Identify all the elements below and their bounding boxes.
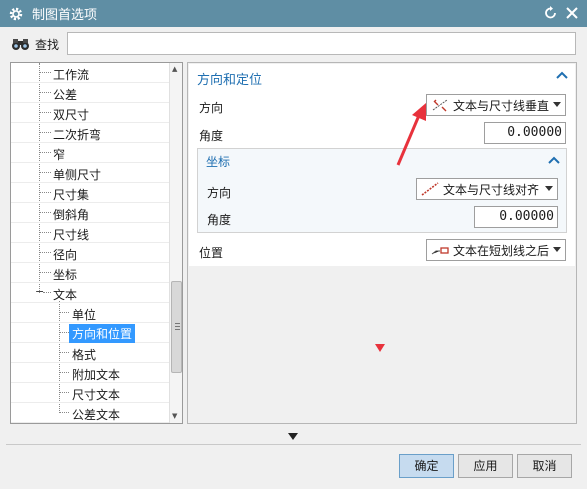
tree-item-公差[interactable]: 公差 (11, 83, 169, 103)
binoculars-icon (12, 39, 29, 50)
angle-label: 角度 (199, 129, 224, 143)
tree-item-尺寸集[interactable]: 尺寸集 (11, 183, 169, 203)
tree-item-坐标[interactable]: 坐标 (11, 263, 169, 283)
tree-item-方向和位置[interactable]: 方向和位置 (11, 323, 169, 343)
tree-item-label: 尺寸线 (53, 228, 90, 242)
tree-item-工作流[interactable]: 工作流 (11, 63, 169, 83)
tree-item-径向[interactable]: 径向 (11, 243, 169, 263)
ok-button[interactable]: 确定 (399, 454, 454, 478)
orientation-dropdown[interactable]: 文本与尺寸线垂直 (426, 94, 566, 116)
angle-field[interactable]: 0.00000 (484, 122, 566, 144)
reset-icon[interactable] (543, 5, 559, 21)
tree-item-双尺寸[interactable]: 双尺寸 (11, 103, 169, 123)
scroll-up-icon[interactable]: ▲ (172, 65, 177, 73)
coord-angle-field[interactable]: 0.00000 (474, 206, 558, 228)
coordinate-subgroup: 坐标 方向 文本与尺寸线对齐 角度 0.00000 (197, 148, 567, 233)
tree-item-公差文本[interactable]: 公差文本 (11, 403, 169, 423)
scrollbar-thumb[interactable] (171, 281, 182, 373)
tree-item-格式[interactable]: 格式 (11, 343, 169, 363)
title-bar: 制图首选项 (0, 0, 587, 27)
position-value: 文本在短划线之后 (453, 243, 550, 258)
annotation-arrow-icon (396, 103, 426, 166)
dropdown-icon (553, 102, 561, 107)
search-input[interactable] (67, 32, 576, 55)
tree-item-单位[interactable]: 单位 (11, 303, 169, 323)
search-row: 查找 (0, 27, 587, 61)
settings-panel: 方向和定位 方向 文本与尺寸线垂直 角度 0.00000 坐标 方向 文本与尺寸… (187, 62, 577, 424)
tree-scrollbar[interactable]: ▲ ▼ (169, 63, 182, 423)
close-icon[interactable] (564, 5, 580, 21)
orientation-group: 方向和定位 方向 文本与尺寸线垂直 角度 0.00000 坐标 方向 文本与尺寸… (189, 64, 575, 266)
tree-item-窄[interactable]: 窄 (11, 143, 169, 163)
tree-item-label: 尺寸集 (53, 188, 90, 202)
more-options-icon[interactable] (288, 433, 298, 440)
orientation-label: 方向 (199, 101, 224, 115)
coord-angle-label: 角度 (207, 213, 232, 227)
tree-item-二次折弯[interactable]: 二次折弯 (11, 123, 169, 143)
tree-item-label: 径向 (53, 248, 78, 262)
tree-item-单侧尺寸[interactable]: 单侧尺寸 (11, 163, 169, 183)
tree-item-label: 公差文本 (72, 408, 121, 422)
dropdown-icon (545, 186, 553, 191)
tree-item-附加文本[interactable]: 附加文本 (11, 363, 169, 383)
tree-item-label: 单位 (72, 308, 97, 322)
tree-item-label: 窄 (53, 148, 66, 162)
tree-item-label: 坐标 (53, 268, 78, 282)
tree-item-label: 附加文本 (72, 368, 121, 382)
collapse-icon[interactable] (556, 70, 568, 80)
divider (6, 444, 581, 445)
tree-item-label: 方向和位置 (69, 324, 136, 343)
cancel-button[interactable]: 取消 (517, 454, 572, 478)
text-after-leader-icon (431, 247, 449, 255)
coord-orientation-dropdown[interactable]: 文本与尺寸线对齐 (416, 178, 558, 200)
orientation-value: 文本与尺寸线垂直 (453, 98, 550, 113)
tree-item-label: 公差 (53, 88, 78, 102)
coord-orientation-value: 文本与尺寸线对齐 (443, 182, 540, 197)
collapse-icon[interactable] (548, 155, 560, 165)
tree-item-label: 二次折弯 (53, 128, 102, 142)
gear-icon (9, 7, 23, 20)
tree-item-label: 双尺寸 (53, 108, 90, 122)
apply-button[interactable]: 应用 (458, 454, 513, 478)
tree-item-倒斜角[interactable]: 倒斜角 (11, 203, 169, 223)
window-title: 制图首选项 (32, 8, 98, 23)
tree-item-label: 倒斜角 (53, 208, 90, 222)
section-title: 方向和定位 (197, 73, 263, 88)
scroll-down-icon[interactable]: ▼ (172, 412, 177, 420)
coord-orientation-label: 方向 (207, 186, 232, 200)
text-aligned-icon (421, 182, 439, 196)
tree-item-label: 尺寸文本 (72, 388, 121, 402)
coordinate-title: 坐标 (206, 155, 231, 169)
tree-item-label: 单侧尺寸 (53, 168, 102, 182)
tree-item-label: 文本 (53, 288, 78, 302)
tree-item-文本[interactable]: − 文本 (11, 283, 169, 303)
preference-tree: 工作流 公差 双尺寸 二次折弯 窄 单侧尺寸 尺寸集 倒斜角 尺寸线 径向 坐标 (10, 62, 183, 424)
dropdown-icon (553, 247, 561, 252)
position-label: 位置 (199, 246, 224, 260)
search-label: 查找 (35, 38, 60, 52)
tree-item-尺寸线[interactable]: 尺寸线 (11, 223, 169, 243)
position-dropdown[interactable]: 文本在短划线之后 (426, 239, 566, 261)
tree-item-label: 格式 (72, 348, 97, 362)
tree-item-尺寸文本[interactable]: 尺寸文本 (11, 383, 169, 403)
tree-item-label: 工作流 (53, 68, 90, 82)
expand-icon[interactable] (375, 344, 385, 352)
